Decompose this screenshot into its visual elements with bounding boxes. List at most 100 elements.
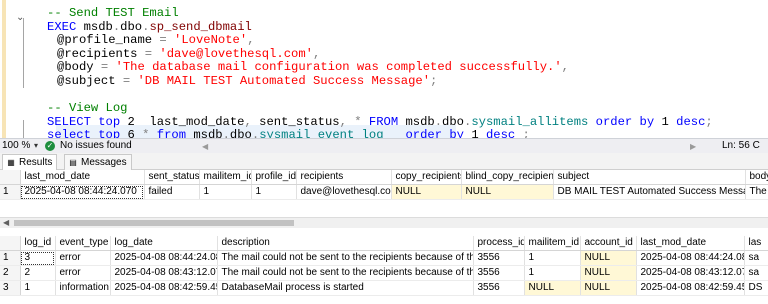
table-cell[interactable]: NULL — [524, 280, 581, 296]
table-cell[interactable]: The d — [745, 184, 768, 200]
table-cell[interactable]: DS — [744, 280, 768, 296]
editor-horizontal-scrollbar[interactable]: ◀ ▶ — [200, 142, 700, 150]
result-grid-2[interactable]: log_id event_type log_date description proce… — [0, 236, 768, 304]
code-token: 'DB MAIL TEST Automated Success Message' — [137, 74, 431, 88]
table-row[interactable]: 1 2025-04-08 08:44:24.070 failed 1 1 dave@lov… — [0, 184, 768, 200]
code-token: select — [47, 128, 99, 138]
fold-guide — [23, 120, 24, 138]
table-cell[interactable]: 2025-04-08 08:43:12.070 — [636, 265, 745, 281]
column-header[interactable]: mailitem_id — [199, 170, 252, 185]
query-editor[interactable]: ⌄ -- Send TEST Email EXEC msdb.dbo.sp_sen… — [0, 0, 768, 138]
column-header[interactable]: last_mod_date — [636, 236, 745, 251]
code-token: , — [561, 60, 569, 75]
table-cell[interactable]: error — [55, 265, 111, 281]
table-cell[interactable]: sa — [744, 265, 768, 281]
change-tracking-bar — [2, 0, 6, 138]
issues-status[interactable]: No issues found — [60, 139, 132, 153]
table-row[interactable]: 3 1 information 2025-04-08 08:42:59.450 Data… — [0, 280, 768, 296]
table-cell[interactable]: NULL — [461, 184, 554, 200]
table-cell[interactable]: 1 — [251, 184, 297, 200]
table-row[interactable]: 1 3 error 2025-04-08 08:44:24.087 The mail c… — [0, 250, 768, 266]
column-header[interactable]: body — [745, 170, 768, 185]
cursor-position: Ln: 56 C — [722, 140, 760, 151]
column-header[interactable]: copy_recipients — [391, 170, 462, 185]
table-cell[interactable]: NULL — [580, 265, 637, 281]
column-header[interactable]: last_mod_date — [20, 170, 145, 185]
table-cell[interactable]: DB MAIL TEST Automated Success Message — [553, 184, 746, 200]
code-token: desc — [485, 128, 523, 138]
table-cell[interactable]: error — [55, 250, 111, 266]
result-grid-1[interactable]: last_mod_date sent_status mailitem_id profi… — [0, 170, 768, 214]
table-cell[interactable]: NULL — [580, 280, 637, 296]
table-cell[interactable]: 1 — [199, 184, 252, 200]
table-cell[interactable]: 2025-04-08 08:44:24.087 — [110, 250, 218, 266]
code-token: @subject — [57, 74, 123, 88]
table-cell[interactable]: 3556 — [473, 280, 525, 296]
scroll-left-icon[interactable]: ◀ — [3, 218, 9, 228]
zoom-dropdown-icon[interactable]: ▾ — [34, 139, 38, 153]
column-header[interactable]: log_date — [110, 236, 218, 251]
column-header[interactable]: las — [744, 236, 768, 251]
table-cell[interactable]: dave@lovethesql.com — [296, 184, 392, 200]
table-cell[interactable]: 1 — [524, 250, 581, 266]
table-cell[interactable]: 2025-04-08 08:42:59.450 — [110, 280, 218, 296]
column-header[interactable]: recipients — [296, 170, 392, 185]
table-cell[interactable]: NULL — [391, 184, 462, 200]
row-number[interactable]: 3 — [0, 280, 21, 296]
table-cell[interactable]: 2 — [20, 265, 56, 281]
code-token: sysmail_event_log — [259, 128, 406, 138]
column-header[interactable]: event_type — [55, 236, 111, 251]
row-number[interactable]: 1 — [0, 250, 21, 266]
tab-results[interactable]: ▦ Results — [2, 154, 58, 170]
column-header[interactable]: account_id — [580, 236, 637, 251]
code-token: from — [156, 128, 194, 138]
code-token: msdb — [193, 128, 223, 138]
table-cell[interactable]: DatabaseMail process is started — [217, 280, 474, 296]
grid-icon: ▦ — [7, 158, 15, 167]
table-cell[interactable]: information — [55, 280, 111, 296]
row-number-header[interactable] — [0, 236, 21, 251]
code-token: top — [98, 128, 128, 138]
editor-status-bar: 100 % ▾ ✓ No issues found ◀ ▶ Ln: 56 C — [0, 138, 768, 153]
code-token: ; — [705, 114, 713, 129]
column-header[interactable]: subject — [553, 170, 746, 185]
code-token: 1 — [471, 128, 486, 138]
table-cell[interactable]: 2025-04-08 08:42:59.450 — [636, 280, 745, 296]
column-header[interactable]: mailitem_id — [524, 236, 581, 251]
table-row[interactable]: 2 2 error 2025-04-08 08:43:12.070 The mail c… — [0, 265, 768, 281]
column-header[interactable]: description — [217, 236, 474, 251]
svg-text:◀: ◀ — [202, 142, 209, 150]
column-header[interactable]: blind_copy_recipients — [461, 170, 554, 185]
table-cell[interactable]: 3556 — [473, 250, 525, 266]
code-token: . — [222, 128, 230, 138]
code-line[interactable]: select top 6 * from msdb.dbo.sysmail_eve… — [47, 126, 530, 138]
table-cell[interactable]: failed — [144, 184, 200, 200]
table-cell[interactable]: 2025-04-08 08:44:24.070 — [20, 184, 145, 200]
check-circle-icon: ✓ — [45, 141, 55, 151]
column-header[interactable]: process_id — [473, 236, 525, 251]
scroll-thumb[interactable] — [14, 220, 294, 226]
column-header[interactable]: log_id — [20, 236, 56, 251]
zoom-level[interactable]: 100 % — [2, 139, 30, 153]
table-cell[interactable]: 2025-04-08 08:43:12.070 — [110, 265, 218, 281]
row-number[interactable]: 2 — [0, 265, 21, 281]
table-cell[interactable]: 1 — [20, 280, 56, 296]
table-cell[interactable]: 1 — [524, 265, 581, 281]
code-line[interactable]: @subject = 'DB MAIL TEST Automated Succe… — [57, 72, 437, 90]
code-token: order by — [405, 128, 472, 138]
table-cell[interactable]: 3556 — [473, 265, 525, 281]
row-number-header[interactable] — [0, 170, 21, 185]
row-number[interactable]: 1 — [0, 184, 21, 200]
tab-messages[interactable]: ▤ Messages — [64, 154, 132, 170]
table-cell[interactable]: 3 — [20, 250, 56, 266]
table-cell[interactable]: The mail could not be sent to the recipi… — [217, 265, 474, 281]
column-header[interactable]: profile_id — [251, 170, 297, 185]
column-header[interactable]: sent_status — [144, 170, 200, 185]
grid-1-horizontal-scrollbar[interactable]: ◀ — [0, 217, 768, 228]
table-cell[interactable]: The mail could not be sent to the recipi… — [217, 250, 474, 266]
code-token: * — [142, 128, 157, 138]
results-tab-strip: ▦ Results ▤ Messages — [0, 153, 768, 170]
table-cell[interactable]: NULL — [580, 250, 637, 266]
table-cell[interactable]: sa — [744, 250, 768, 266]
table-cell[interactable]: 2025-04-08 08:44:24.087 — [636, 250, 745, 266]
